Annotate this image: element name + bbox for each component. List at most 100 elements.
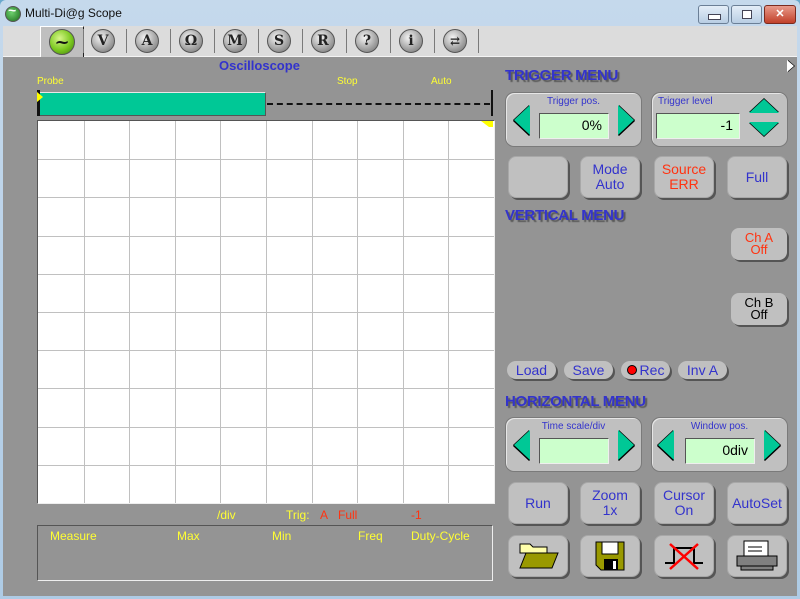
s-mode-icon: S <box>267 29 291 53</box>
trig-label: Trig: <box>286 508 310 522</box>
print-button[interactable] <box>727 535 787 577</box>
buffer-bar-fill <box>39 92 266 116</box>
horizontal-menu-title: HORIZONTAL MENU <box>505 393 646 410</box>
info-icon: i <box>399 29 423 53</box>
tab-r-mode[interactable]: R <box>302 26 344 56</box>
trigger-mode-button[interactable]: Mode Auto <box>580 156 640 198</box>
trigger-level-marker-icon[interactable] <box>481 121 493 127</box>
maximize-button[interactable] <box>731 5 762 24</box>
zoom-button[interactable]: Zoom 1x <box>580 482 640 524</box>
channel-a-button[interactable]: Ch A Off <box>731 228 787 260</box>
save-file-button[interactable] <box>580 535 640 577</box>
trigger-level-field[interactable]: -1 <box>656 113 740 139</box>
tab-multimeter[interactable]: M <box>214 26 256 56</box>
duty-cycle-header: Duty-Cycle <box>411 529 470 543</box>
time-scale-left-arrow[interactable] <box>514 430 530 460</box>
tab-voltmeter[interactable]: V <box>82 26 124 56</box>
maximize-icon <box>742 10 752 19</box>
main-panel: Oscilloscope Probe Stop Auto /div Trig: … <box>3 57 797 596</box>
tab-oscilloscope[interactable]: ~ <box>40 26 84 57</box>
trigger-full-button[interactable]: Full <box>727 156 787 198</box>
scope-title: Oscilloscope <box>219 58 300 73</box>
trigger-pos-group: Trigger pos. 0% <box>505 92 642 147</box>
ch-b-line2: Off <box>750 307 768 322</box>
buffer-end-marker <box>491 90 493 116</box>
trigger-menu-title: TRIGGER MENU <box>505 67 619 84</box>
trigger-pos-right-arrow[interactable] <box>618 105 634 135</box>
floppy-disk-icon <box>595 541 625 571</box>
time-scale-field[interactable] <box>539 438 609 464</box>
ch-a-line2: Off <box>750 242 768 257</box>
source-button-line2: ERR <box>669 176 699 192</box>
invert-a-button[interactable]: Inv A <box>678 361 727 379</box>
tab-info[interactable]: i <box>390 26 432 56</box>
cursor-line2: On <box>674 502 694 518</box>
open-file-button[interactable] <box>508 535 568 577</box>
window-pos-left-arrow[interactable] <box>658 430 674 460</box>
app-logo-icon <box>5 2 21 22</box>
tab-ohmmeter[interactable]: Ω <box>170 26 212 56</box>
rec-label: Rec <box>639 362 665 378</box>
buffer-dashed-line <box>267 103 490 105</box>
app-window: Multi-Di@g Scope ✕ ~ V A Ω M S R ? i ⇄ O… <box>0 0 800 599</box>
minimize-icon <box>708 14 721 20</box>
multimeter-icon: M <box>223 29 247 53</box>
buffer-bar[interactable] <box>37 90 493 116</box>
source-button-line1: Source <box>661 161 707 177</box>
printer-icon <box>736 540 778 571</box>
trigger-pos-left-arrow[interactable] <box>514 105 530 135</box>
max-header: Max <box>177 529 200 543</box>
scope-display[interactable] <box>37 120 495 504</box>
vertical-menu-title: VERTICAL MENU <box>505 207 625 224</box>
ohmmeter-icon: Ω <box>179 29 203 53</box>
trigger-level-up-arrow[interactable] <box>749 99 779 113</box>
autoset-button[interactable]: AutoSet <box>727 482 787 524</box>
measure-table: Measure Max Min Freq Duty-Cycle <box>37 525 493 581</box>
trigger-source-button[interactable]: Source ERR <box>654 156 714 198</box>
trigger-pos-field[interactable]: 0% <box>539 113 609 139</box>
close-icon: ✕ <box>775 8 785 20</box>
mode-button-line2: Auto <box>595 176 625 192</box>
help-icon: ? <box>355 29 379 53</box>
save-button[interactable]: Save <box>564 361 613 379</box>
voltmeter-icon: V <box>91 29 115 53</box>
minimize-button[interactable] <box>698 5 729 24</box>
trig-level-readout: -1 <box>411 508 422 522</box>
freq-header: Freq <box>358 529 383 543</box>
tab-ammeter[interactable]: A <box>126 26 168 56</box>
tab-help[interactable]: ? <box>346 26 388 56</box>
ammeter-icon: A <box>135 29 159 53</box>
trigger-blank-button[interactable] <box>508 156 568 198</box>
trigger-level-down-arrow[interactable] <box>749 122 779 136</box>
cursor-button[interactable]: Cursor On <box>654 482 714 524</box>
load-button[interactable]: Load <box>507 361 556 379</box>
time-scale-group: Time scale/div <box>505 417 642 472</box>
window-pos-right-arrow[interactable] <box>764 430 780 460</box>
record-dot-icon <box>626 365 637 375</box>
trig-mode: Full <box>338 508 358 522</box>
stop-label: Stop <box>337 76 358 87</box>
trig-source: A <box>320 508 329 522</box>
switch-window-icon: ⇄ <box>443 29 467 53</box>
tab-switch-window[interactable]: ⇄ <box>434 26 476 56</box>
r-mode-icon: R <box>311 29 335 53</box>
channel-b-button[interactable]: Ch B Off <box>731 293 787 325</box>
tab-s-mode[interactable]: S <box>258 26 300 56</box>
probe-flag-icon[interactable] <box>37 92 43 102</box>
probe-label: Probe <box>37 76 64 87</box>
scope-grid <box>38 121 494 503</box>
window-pos-group: Window pos. 0div <box>651 417 788 472</box>
mode-toolbar: ~ V A Ω M S R ? i ⇄ <box>3 26 797 58</box>
time-scale-right-arrow[interactable] <box>618 430 634 460</box>
zoom-line1: Zoom <box>592 487 628 503</box>
run-button[interactable]: Run <box>508 482 568 524</box>
clear-trace-button[interactable] <box>654 535 714 577</box>
min-header: Min <box>272 529 292 543</box>
window-pos-field[interactable]: 0div <box>685 438 755 464</box>
rec-button[interactable]: Rec <box>621 361 670 379</box>
zoom-line2: 1x <box>602 502 618 518</box>
cursor-line1: Cursor <box>662 487 705 503</box>
close-button[interactable]: ✕ <box>764 5 796 24</box>
expand-panel-icon[interactable] <box>787 60 794 72</box>
toolbar-separator <box>478 29 479 53</box>
